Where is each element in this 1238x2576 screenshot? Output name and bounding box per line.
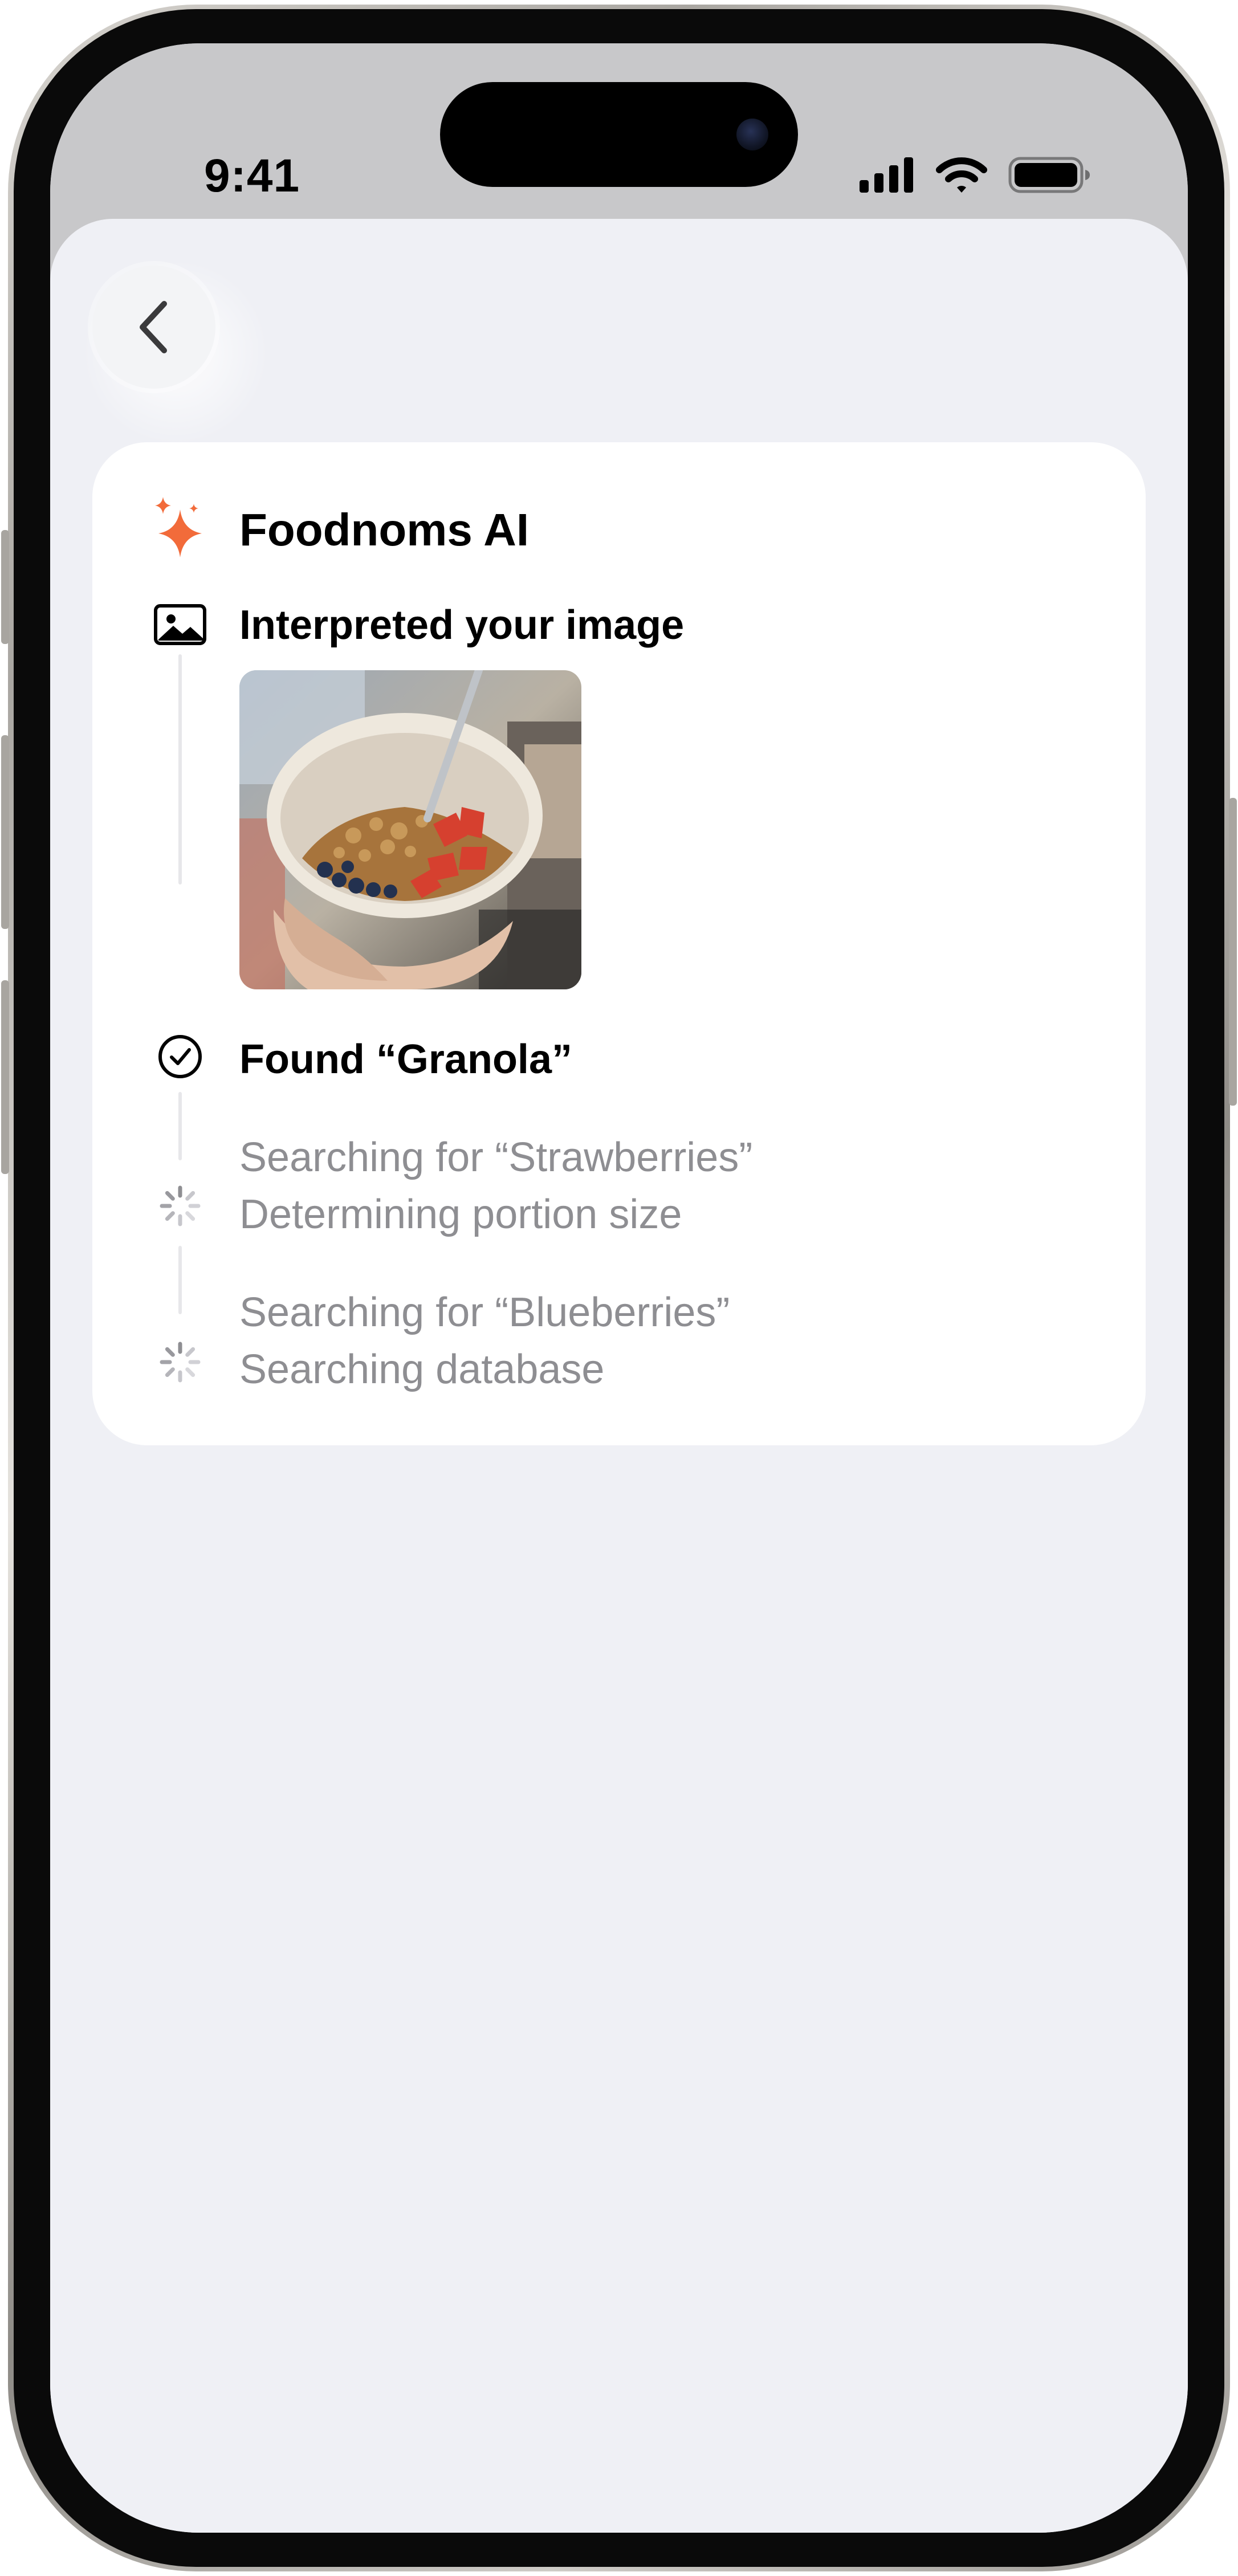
assistant-title: Foodnoms AI (239, 504, 530, 555)
granola-bowl-photo (239, 670, 581, 989)
power-button (1229, 798, 1237, 1106)
step-strawberries-subtitle: Determining portion size (239, 1192, 682, 1237)
step-strawberries-title: Searching for “Strawberries” (239, 1135, 753, 1180)
spinner-icon (160, 1185, 201, 1226)
step-connector (178, 1092, 182, 1160)
chevron-left-icon (140, 301, 167, 353)
sparkles-icon (155, 497, 202, 557)
step-blueberries-title: Searching for “Blueberries” (239, 1290, 730, 1335)
spinner-icon (160, 1342, 201, 1383)
step-interpreted-image-title: Interpreted your image (239, 602, 685, 648)
screen: 9:41 Foodnoms AI Interpreted your image … (50, 43, 1188, 2533)
back-button[interactable] (92, 266, 215, 389)
wifi-icon (936, 157, 987, 193)
step-blueberries-subtitle: Searching database (239, 1347, 605, 1392)
ai-progress-card: Foodnoms AI Interpreted your image Found… (92, 442, 1146, 1445)
step-connector (178, 1246, 182, 1314)
step-connector (178, 654, 182, 885)
volume-up-button (1, 735, 9, 929)
volume-down-button (1, 980, 9, 1174)
photo-icon (154, 604, 206, 645)
step-found-granola-title: Found “Granola” (239, 1037, 572, 1082)
battery-icon (1008, 157, 1090, 193)
food-photo (239, 670, 581, 989)
front-camera-icon (736, 119, 768, 150)
checkmark-circle-icon (158, 1035, 202, 1078)
cellular-signal-icon (860, 157, 913, 193)
status-time: 9:41 (204, 150, 300, 202)
action-button (1, 530, 9, 644)
status-icons (860, 157, 1090, 193)
